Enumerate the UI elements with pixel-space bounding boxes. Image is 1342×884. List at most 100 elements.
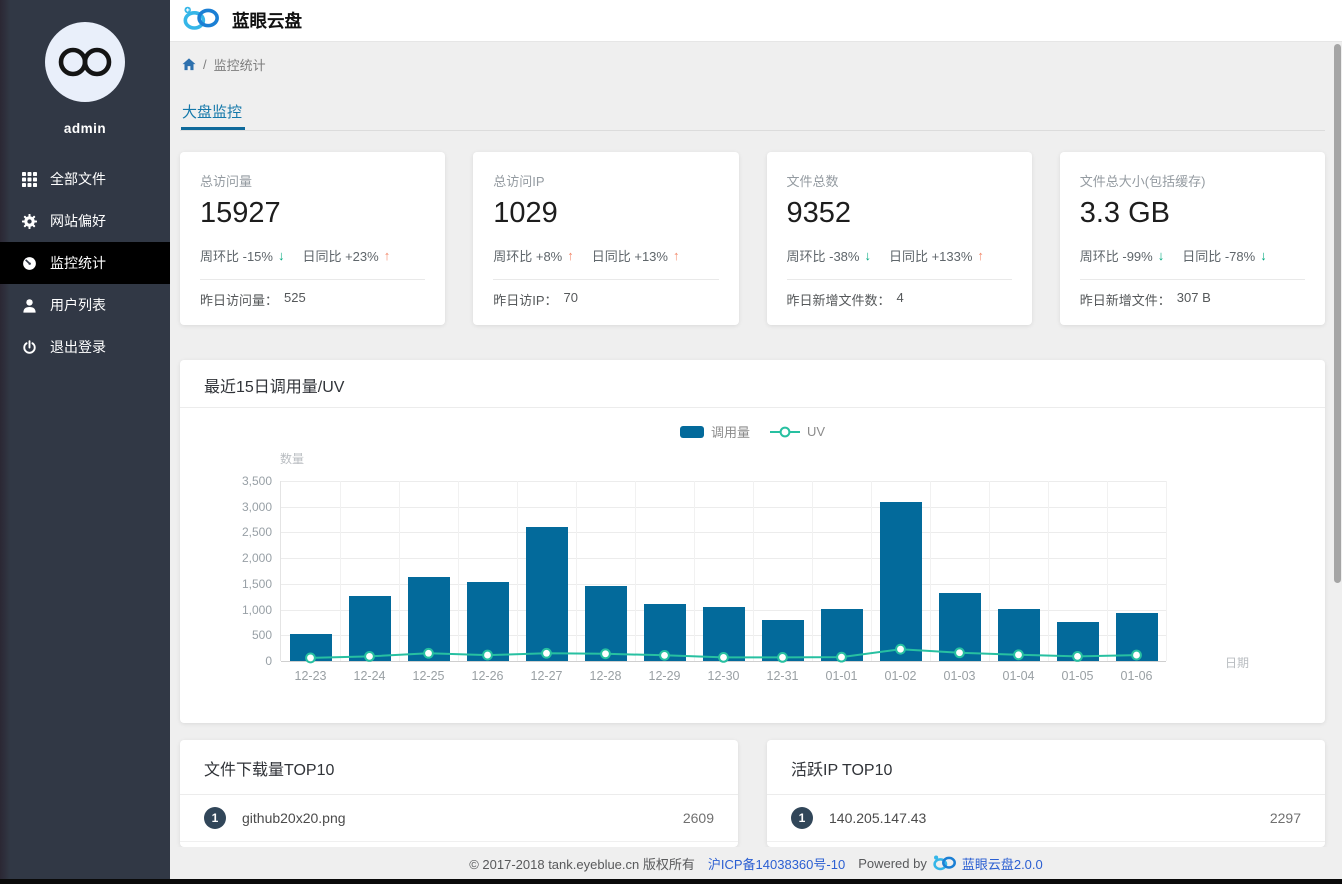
sidebar-item-1[interactable]: 网站偏好: [0, 200, 170, 242]
stat-footer-value: 70: [563, 290, 579, 305]
y-tick-label: 2,000: [241, 551, 272, 566]
list-item-name: github20x20.png: [242, 810, 346, 826]
trend-label: 日同比 -78%: [1182, 249, 1256, 264]
chart-x-axis-label: 日期: [1225, 656, 1250, 670]
arrow-up-icon: ↑: [977, 248, 984, 263]
list-item-value: 2609: [682, 810, 714, 826]
stat-card-trends: 周环比 -15% ↓ 日同比 +23% ↑: [200, 246, 425, 265]
stat-card-value: 15927: [200, 197, 281, 229]
sidebar-item-3[interactable]: 用户列表: [0, 284, 170, 326]
grid-icon: [22, 171, 37, 187]
y-tick-label: 500: [251, 628, 272, 643]
uv-data-point: [305, 652, 316, 664]
app: admin 全部文件 网站偏好 监控统计 用户列表 退出登录 蓝眼云盘 / 监控统计 大…: [0, 0, 1342, 884]
scrollbar-thumb[interactable]: [1334, 44, 1341, 583]
tab-bar-divider: [180, 130, 1325, 131]
x-tick-label: 12-26: [471, 669, 504, 683]
footer-powered-prefix: Powered by: [858, 855, 927, 871]
stat-card-value: 9352: [786, 197, 852, 229]
gear-icon: [22, 213, 37, 229]
uv-data-point: [954, 647, 965, 659]
x-tick-label: 12-24: [353, 669, 386, 683]
stat-card-value: 3.3 GB: [1079, 197, 1171, 229]
x-tick-label: 12-31: [766, 669, 799, 683]
user-icon: [22, 298, 37, 313]
bar-swatch-icon: [679, 425, 704, 438]
chart-plot-area: 0 500 1,000 1,500 2,000 2,500 3,000 3,500 12-23 1…: [242, 474, 1167, 683]
arrow-up-icon: ↑: [672, 248, 680, 263]
list-item-divider: [767, 841, 1325, 842]
stat-card-divider: [1079, 279, 1305, 280]
home-icon[interactable]: [182, 58, 196, 71]
app-title: 蓝眼云盘: [232, 11, 302, 31]
uv-data-point: [1013, 649, 1024, 661]
stat-card-value: 1029: [493, 197, 558, 229]
stat-card-trends: 周环比 -99% ↓ 日同比 -78% ↓: [1080, 246, 1305, 265]
uv-line-series: [305, 643, 1142, 664]
arrow-down-icon: ↓: [277, 248, 285, 263]
uv-data-point: [659, 649, 670, 661]
tab-dashboard[interactable]: 大盘监控: [182, 101, 242, 122]
stat-card-0: 总访问量 15927 周环比 -15% ↓ 日同比 +23% ↑ 昨日访问量： 525: [180, 152, 446, 325]
footer-icp-link[interactable]: 沪ICP备14038360号-10: [708, 854, 845, 873]
stat-card-footer: 昨日新增文件： 307 B: [1080, 290, 1305, 309]
stat-card-divider: [200, 279, 426, 280]
x-tick-label: 01-02: [884, 669, 917, 683]
trend-label: 周环比 +8%: [493, 249, 563, 264]
grid-line-v: [1166, 481, 1167, 661]
trend-week: 周环比 -38% ↓: [787, 246, 871, 265]
x-tick-label: 01-06: [1120, 669, 1153, 683]
rank-badge: 1: [204, 807, 226, 829]
footer-logo-icon: [933, 855, 956, 871]
stat-card-trends: 周环比 -38% ↓ 日同比 +133% ↑: [787, 246, 1012, 265]
footer-brand-link[interactable]: 蓝眼云盘2.0.0: [962, 854, 1043, 873]
uv-data-point: [777, 652, 788, 663]
uv-data-point: [541, 647, 552, 659]
breadcrumb-separator: /: [203, 57, 207, 72]
trend-week: 周环比 -15% ↓: [200, 246, 284, 265]
sidebar-item-2[interactable]: 监控统计: [0, 242, 170, 284]
stat-card-footer: 昨日访问量： 525: [200, 290, 425, 309]
arrow-down-icon: ↓: [864, 248, 871, 263]
stat-card-footer: 昨日访IP： 70: [493, 290, 718, 309]
sidebar-item-4[interactable]: 退出登录: [0, 326, 170, 368]
x-tick-label: 12-23: [294, 669, 327, 683]
stat-card-2: 文件总数 9352 周环比 -38% ↓ 日同比 +133% ↑ 昨日新增文件数： 4: [766, 152, 1032, 325]
sidebar-item-label: 退出登录: [50, 339, 106, 355]
sidebar-item-label: 监控统计: [50, 255, 106, 271]
y-tick-label: 3,500: [241, 474, 272, 488]
list-item: 1 140.205.147.43 2297: [767, 795, 1325, 842]
y-tick-label: 1,000: [241, 602, 272, 617]
line-marker-icon: [769, 426, 800, 437]
power-icon: [22, 339, 37, 355]
stat-footer-label: 昨日访问量：: [200, 293, 279, 308]
uv-data-point: [836, 651, 847, 663]
stat-cards-row: 总访问量 15927 周环比 -15% ↓ 日同比 +23% ↑ 昨日访问量： 525 总访问I…: [180, 152, 1325, 325]
sidebar-item-0[interactable]: 全部文件: [0, 158, 170, 200]
x-tick-label: 12-28: [589, 669, 622, 683]
y-tick-label: 1,500: [241, 576, 272, 591]
list-item-name: 140.205.147.43: [829, 810, 927, 826]
trend-week: 周环比 +8% ↑: [493, 246, 574, 265]
legend-item-bar[interactable]: 调用量: [679, 422, 750, 441]
uv-data-point: [1072, 650, 1083, 662]
trend-label: 日同比 +133%: [888, 249, 973, 264]
legend-item-line[interactable]: UV: [769, 424, 825, 439]
uv-data-point: [423, 647, 434, 659]
trend-day: 日同比 +13% ↑: [592, 246, 680, 265]
breadcrumb-current: 监控统计: [213, 58, 266, 73]
stat-card-divider: [786, 279, 1012, 280]
panel-title: 活跃IP TOP10: [791, 762, 893, 779]
stat-card-trends: 周环比 +8% ↑ 日同比 +13% ↑: [493, 246, 718, 265]
stat-card-divider: [493, 279, 719, 280]
legend-bar-label: 调用量: [710, 425, 750, 440]
y-tick-label: 2,500: [241, 525, 272, 540]
chart-y-axis-label: 数量: [280, 452, 305, 466]
uv-data-point: [600, 648, 611, 660]
sidebar-item-label: 全部文件: [50, 171, 106, 187]
trend-label: 周环比 -15%: [200, 249, 273, 264]
stat-footer-value: 4: [896, 290, 904, 305]
list-item: 1 github20x20.png 2609: [180, 795, 738, 842]
breadcrumb: / 监控统计: [182, 55, 266, 74]
x-tick-label: 12-25: [412, 669, 445, 683]
